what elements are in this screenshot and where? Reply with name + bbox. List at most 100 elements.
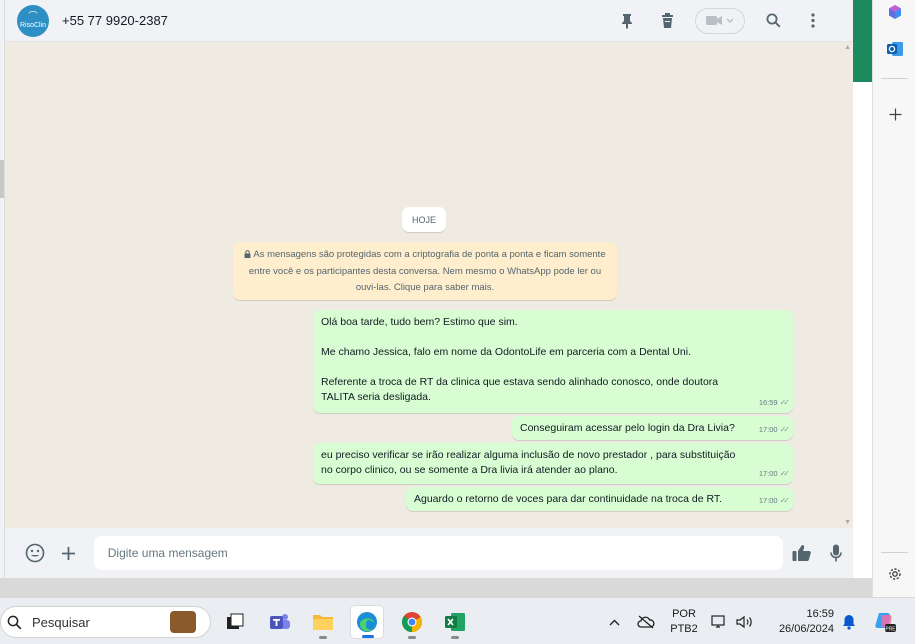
clock-date: 26/06/2024 bbox=[778, 623, 834, 635]
outlook-button[interactable] bbox=[883, 37, 907, 61]
read-ticks-icon: ✓✓ bbox=[779, 496, 791, 505]
scroll-up-arrow-icon[interactable]: ▲ bbox=[844, 44, 851, 51]
message-text: eu preciso verificar se irão realizar al… bbox=[321, 449, 736, 476]
voice-message-button[interactable] bbox=[819, 536, 853, 570]
message-input[interactable] bbox=[107, 546, 784, 560]
window-bottom-edge bbox=[0, 578, 872, 597]
teams-icon bbox=[270, 614, 290, 629]
taskbar-excel[interactable] bbox=[438, 605, 472, 639]
scroll-down-arrow-icon[interactable]: ▼ bbox=[844, 519, 851, 526]
message-composer bbox=[5, 528, 853, 578]
message-time: 16:59 bbox=[758, 398, 778, 407]
chat-scrollbar[interactable]: ▲ ▼ bbox=[843, 42, 853, 528]
attach-button[interactable] bbox=[52, 536, 86, 570]
logo-icon: ⌒ bbox=[28, 11, 38, 21]
outgoing-message[interactable]: eu preciso verificar se irão realizar al… bbox=[313, 443, 793, 484]
sidebar-settings-button[interactable] bbox=[883, 562, 907, 586]
plus-icon bbox=[62, 546, 76, 560]
lock-icon bbox=[244, 250, 251, 258]
microphone-icon bbox=[830, 544, 842, 562]
message-input-box[interactable] bbox=[93, 536, 784, 570]
left-scroll-handle[interactable] bbox=[0, 160, 4, 198]
sidebar-divider bbox=[881, 552, 908, 553]
message-text: Referente a troca de RT da clinica que e… bbox=[321, 376, 719, 403]
emoji-button[interactable] bbox=[18, 536, 52, 570]
message-time: 17:00 bbox=[758, 496, 778, 505]
encryption-notice-text: As mensagens são protegidas com a cripto… bbox=[248, 249, 606, 293]
avatar-text: RisoClin bbox=[19, 22, 47, 29]
gear-icon bbox=[889, 568, 901, 580]
message-meta: 16:59 ✓✓ bbox=[758, 395, 791, 410]
taskbar: Pesquisar POR PTB2 16:59 26/06/2024 PRE bbox=[0, 597, 915, 644]
show-hidden-icons-button[interactable] bbox=[604, 612, 624, 632]
message-meta: 17:00 ✓✓ bbox=[759, 466, 790, 481]
taskbar-teams[interactable] bbox=[263, 605, 297, 639]
active-indicator bbox=[362, 635, 374, 638]
like-button[interactable] bbox=[785, 536, 819, 570]
clock-time: 16:59 bbox=[806, 608, 834, 620]
sidebar-divider bbox=[881, 78, 908, 79]
thumbs-up-icon bbox=[792, 545, 811, 561]
network-icon bbox=[711, 614, 725, 628]
delete-icon bbox=[661, 13, 673, 28]
cloud-offline-icon bbox=[637, 615, 655, 629]
task-view-icon bbox=[227, 613, 244, 629]
briefcase-icon bbox=[170, 611, 196, 633]
notifications-button[interactable] bbox=[839, 612, 859, 632]
date-chip: HOJE bbox=[402, 207, 446, 232]
video-call-button[interactable] bbox=[695, 7, 745, 34]
taskbar-search[interactable]: Pesquisar bbox=[0, 606, 211, 638]
read-ticks-icon: ✓✓ bbox=[779, 398, 791, 407]
chat-area[interactable]: ▲ ▼ HOJE As mensagens são protegidas com… bbox=[5, 42, 853, 528]
video-call-icon bbox=[706, 16, 722, 25]
running-indicator bbox=[408, 636, 416, 639]
taskbar-task-view[interactable] bbox=[218, 605, 252, 639]
add-sidebar-app-button[interactable] bbox=[883, 102, 907, 126]
header-actions bbox=[607, 6, 833, 36]
speaker-icon bbox=[736, 615, 752, 629]
bell-icon bbox=[843, 615, 855, 630]
network-button[interactable] bbox=[709, 612, 729, 632]
running-indicator bbox=[451, 636, 459, 639]
outgoing-message[interactable]: Aguardo o retorno de voces para dar cont… bbox=[406, 487, 793, 511]
read-ticks-icon: ✓✓ bbox=[779, 425, 791, 434]
copilot-pre-icon: PRE bbox=[875, 613, 896, 632]
taskbar-edge[interactable] bbox=[350, 605, 384, 639]
outgoing-message[interactable]: Conseguiram acessar pelo login da Dra Li… bbox=[512, 416, 793, 440]
contact-name[interactable]: +55 77 9920-2387 bbox=[62, 13, 168, 28]
browser-sidebar bbox=[872, 0, 915, 597]
right-gutter bbox=[853, 82, 872, 578]
encryption-notice[interactable]: As mensagens são protegidas com a cripto… bbox=[233, 242, 617, 300]
chrome-icon bbox=[401, 612, 423, 633]
message-meta: 17:00 ✓✓ bbox=[758, 422, 791, 437]
cloud-sync-button[interactable] bbox=[636, 612, 656, 632]
outgoing-message[interactable]: Olá boa tarde, tudo bem? Estimo que sim.… bbox=[313, 310, 793, 413]
delete-button[interactable] bbox=[647, 6, 687, 36]
message-text: Me chamo Jessica, falo em nome da Odonto… bbox=[321, 346, 692, 358]
screen: ⌒ RisoClin +55 77 9920-2387 ▲ ▼ HOJE As … bbox=[0, 0, 915, 644]
copilot-icon bbox=[889, 5, 901, 19]
taskbar-file-explorer[interactable] bbox=[306, 605, 340, 639]
folder-icon bbox=[313, 615, 333, 630]
clock[interactable]: 16:59 26/06/2024 bbox=[764, 607, 834, 637]
chevron-up-icon bbox=[609, 619, 619, 625]
volume-button[interactable] bbox=[735, 612, 755, 632]
taskbar-chrome[interactable] bbox=[395, 605, 429, 639]
search-icon bbox=[766, 13, 780, 28]
search-button[interactable] bbox=[753, 6, 793, 36]
outlook-icon bbox=[887, 42, 903, 56]
pin-button[interactable] bbox=[607, 6, 647, 36]
message-text: Olá boa tarde, tudo bem? Estimo que sim. bbox=[321, 316, 518, 328]
copilot-taskbar-button[interactable]: PRE bbox=[872, 612, 898, 632]
emoji-icon bbox=[25, 543, 45, 563]
input-language-indicator[interactable]: POR PTB2 bbox=[668, 607, 700, 637]
chat-header: ⌒ RisoClin +55 77 9920-2387 bbox=[5, 0, 853, 42]
message-text: Conseguiram acessar pelo login da Dra Li… bbox=[520, 422, 735, 434]
message-time: 17:00 bbox=[758, 425, 778, 434]
message-text: Aguardo o retorno de voces para dar cont… bbox=[414, 493, 723, 505]
keyboard-layout: PTB2 bbox=[670, 623, 698, 635]
menu-button[interactable] bbox=[793, 6, 833, 36]
menu-icon bbox=[811, 13, 815, 28]
avatar[interactable]: ⌒ RisoClin bbox=[17, 4, 49, 37]
copilot-button[interactable] bbox=[883, 0, 907, 24]
